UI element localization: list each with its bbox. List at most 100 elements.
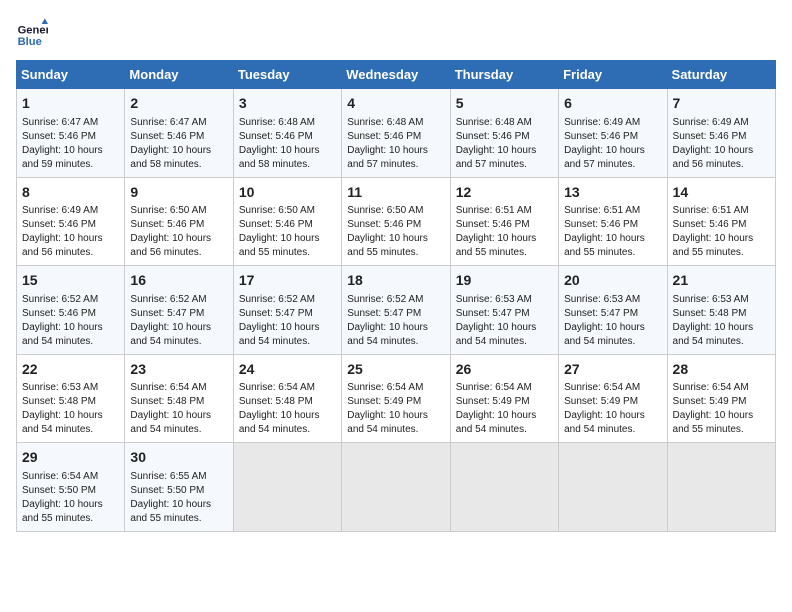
day-number: 16 (130, 271, 227, 291)
day-number: 22 (22, 360, 119, 380)
day-number: 11 (347, 183, 444, 203)
header-row: SundayMondayTuesdayWednesdayThursdayFrid… (17, 61, 776, 89)
day-info: Sunrise: 6:48 AM Sunset: 5:46 PM Dayligh… (456, 116, 553, 172)
svg-text:Blue: Blue (18, 36, 42, 48)
day-number: 17 (239, 271, 336, 291)
day-info: Sunrise: 6:52 AM Sunset: 5:47 PM Dayligh… (130, 293, 227, 349)
day-number: 10 (239, 183, 336, 203)
day-cell (342, 443, 450, 532)
day-info: Sunrise: 6:54 AM Sunset: 5:49 PM Dayligh… (456, 381, 553, 437)
day-info: Sunrise: 6:54 AM Sunset: 5:49 PM Dayligh… (564, 381, 661, 437)
day-number: 25 (347, 360, 444, 380)
day-cell: 22Sunrise: 6:53 AM Sunset: 5:48 PM Dayli… (17, 354, 125, 443)
day-info: Sunrise: 6:52 AM Sunset: 5:47 PM Dayligh… (239, 293, 336, 349)
day-info: Sunrise: 6:49 AM Sunset: 5:46 PM Dayligh… (22, 204, 119, 260)
day-cell: 13Sunrise: 6:51 AM Sunset: 5:46 PM Dayli… (559, 177, 667, 266)
day-cell: 8Sunrise: 6:49 AM Sunset: 5:46 PM Daylig… (17, 177, 125, 266)
day-cell: 5Sunrise: 6:48 AM Sunset: 5:46 PM Daylig… (450, 89, 558, 178)
day-info: Sunrise: 6:49 AM Sunset: 5:46 PM Dayligh… (564, 116, 661, 172)
day-cell: 30Sunrise: 6:55 AM Sunset: 5:50 PM Dayli… (125, 443, 233, 532)
day-number: 12 (456, 183, 553, 203)
day-cell: 4Sunrise: 6:48 AM Sunset: 5:46 PM Daylig… (342, 89, 450, 178)
week-row-2: 8Sunrise: 6:49 AM Sunset: 5:46 PM Daylig… (17, 177, 776, 266)
day-info: Sunrise: 6:47 AM Sunset: 5:46 PM Dayligh… (22, 116, 119, 172)
day-number: 5 (456, 94, 553, 114)
day-info: Sunrise: 6:54 AM Sunset: 5:48 PM Dayligh… (239, 381, 336, 437)
day-cell: 20Sunrise: 6:53 AM Sunset: 5:47 PM Dayli… (559, 266, 667, 355)
day-number: 2 (130, 94, 227, 114)
day-info: Sunrise: 6:47 AM Sunset: 5:46 PM Dayligh… (130, 116, 227, 172)
day-cell: 18Sunrise: 6:52 AM Sunset: 5:47 PM Dayli… (342, 266, 450, 355)
svg-text:General: General (18, 25, 48, 37)
day-cell: 3Sunrise: 6:48 AM Sunset: 5:46 PM Daylig… (233, 89, 341, 178)
day-cell: 14Sunrise: 6:51 AM Sunset: 5:46 PM Dayli… (667, 177, 775, 266)
day-number: 30 (130, 448, 227, 468)
day-info: Sunrise: 6:53 AM Sunset: 5:48 PM Dayligh… (22, 381, 119, 437)
day-number: 18 (347, 271, 444, 291)
day-cell: 9Sunrise: 6:50 AM Sunset: 5:46 PM Daylig… (125, 177, 233, 266)
day-cell: 11Sunrise: 6:50 AM Sunset: 5:46 PM Dayli… (342, 177, 450, 266)
calendar-header: SundayMondayTuesdayWednesdayThursdayFrid… (17, 61, 776, 89)
day-info: Sunrise: 6:50 AM Sunset: 5:46 PM Dayligh… (239, 204, 336, 260)
header-cell-tuesday: Tuesday (233, 61, 341, 89)
day-info: Sunrise: 6:53 AM Sunset: 5:47 PM Dayligh… (456, 293, 553, 349)
day-cell (450, 443, 558, 532)
day-number: 20 (564, 271, 661, 291)
day-info: Sunrise: 6:53 AM Sunset: 5:47 PM Dayligh… (564, 293, 661, 349)
week-row-3: 15Sunrise: 6:52 AM Sunset: 5:46 PM Dayli… (17, 266, 776, 355)
day-number: 23 (130, 360, 227, 380)
day-info: Sunrise: 6:54 AM Sunset: 5:48 PM Dayligh… (130, 381, 227, 437)
day-cell: 24Sunrise: 6:54 AM Sunset: 5:48 PM Dayli… (233, 354, 341, 443)
day-number: 27 (564, 360, 661, 380)
calendar-table: SundayMondayTuesdayWednesdayThursdayFrid… (16, 60, 776, 532)
day-info: Sunrise: 6:51 AM Sunset: 5:46 PM Dayligh… (673, 204, 770, 260)
day-info: Sunrise: 6:51 AM Sunset: 5:46 PM Dayligh… (564, 204, 661, 260)
day-number: 13 (564, 183, 661, 203)
day-cell: 29Sunrise: 6:54 AM Sunset: 5:50 PM Dayli… (17, 443, 125, 532)
day-number: 6 (564, 94, 661, 114)
calendar-body: 1Sunrise: 6:47 AM Sunset: 5:46 PM Daylig… (17, 89, 776, 532)
day-cell (233, 443, 341, 532)
day-info: Sunrise: 6:53 AM Sunset: 5:48 PM Dayligh… (673, 293, 770, 349)
day-info: Sunrise: 6:48 AM Sunset: 5:46 PM Dayligh… (239, 116, 336, 172)
day-cell: 28Sunrise: 6:54 AM Sunset: 5:49 PM Dayli… (667, 354, 775, 443)
day-cell: 12Sunrise: 6:51 AM Sunset: 5:46 PM Dayli… (450, 177, 558, 266)
day-info: Sunrise: 6:50 AM Sunset: 5:46 PM Dayligh… (347, 204, 444, 260)
week-row-5: 29Sunrise: 6:54 AM Sunset: 5:50 PM Dayli… (17, 443, 776, 532)
header-cell-thursday: Thursday (450, 61, 558, 89)
day-info: Sunrise: 6:51 AM Sunset: 5:46 PM Dayligh… (456, 204, 553, 260)
day-cell: 1Sunrise: 6:47 AM Sunset: 5:46 PM Daylig… (17, 89, 125, 178)
header-cell-monday: Monday (125, 61, 233, 89)
header-cell-saturday: Saturday (667, 61, 775, 89)
day-cell: 6Sunrise: 6:49 AM Sunset: 5:46 PM Daylig… (559, 89, 667, 178)
day-number: 29 (22, 448, 119, 468)
day-cell: 27Sunrise: 6:54 AM Sunset: 5:49 PM Dayli… (559, 354, 667, 443)
day-cell: 16Sunrise: 6:52 AM Sunset: 5:47 PM Dayli… (125, 266, 233, 355)
day-number: 24 (239, 360, 336, 380)
day-cell: 2Sunrise: 6:47 AM Sunset: 5:46 PM Daylig… (125, 89, 233, 178)
day-cell: 17Sunrise: 6:52 AM Sunset: 5:47 PM Dayli… (233, 266, 341, 355)
day-cell (559, 443, 667, 532)
day-cell: 25Sunrise: 6:54 AM Sunset: 5:49 PM Dayli… (342, 354, 450, 443)
day-number: 26 (456, 360, 553, 380)
header-cell-wednesday: Wednesday (342, 61, 450, 89)
day-number: 7 (673, 94, 770, 114)
day-cell: 7Sunrise: 6:49 AM Sunset: 5:46 PM Daylig… (667, 89, 775, 178)
header-cell-friday: Friday (559, 61, 667, 89)
day-number: 4 (347, 94, 444, 114)
week-row-1: 1Sunrise: 6:47 AM Sunset: 5:46 PM Daylig… (17, 89, 776, 178)
day-info: Sunrise: 6:55 AM Sunset: 5:50 PM Dayligh… (130, 470, 227, 526)
day-info: Sunrise: 6:54 AM Sunset: 5:50 PM Dayligh… (22, 470, 119, 526)
day-cell (667, 443, 775, 532)
logo: General Blue (16, 16, 48, 48)
day-number: 19 (456, 271, 553, 291)
day-cell: 19Sunrise: 6:53 AM Sunset: 5:47 PM Dayli… (450, 266, 558, 355)
day-number: 21 (673, 271, 770, 291)
day-info: Sunrise: 6:48 AM Sunset: 5:46 PM Dayligh… (347, 116, 444, 172)
header-cell-sunday: Sunday (17, 61, 125, 89)
day-number: 8 (22, 183, 119, 203)
week-row-4: 22Sunrise: 6:53 AM Sunset: 5:48 PM Dayli… (17, 354, 776, 443)
day-number: 1 (22, 94, 119, 114)
day-info: Sunrise: 6:49 AM Sunset: 5:46 PM Dayligh… (673, 116, 770, 172)
day-cell: 10Sunrise: 6:50 AM Sunset: 5:46 PM Dayli… (233, 177, 341, 266)
